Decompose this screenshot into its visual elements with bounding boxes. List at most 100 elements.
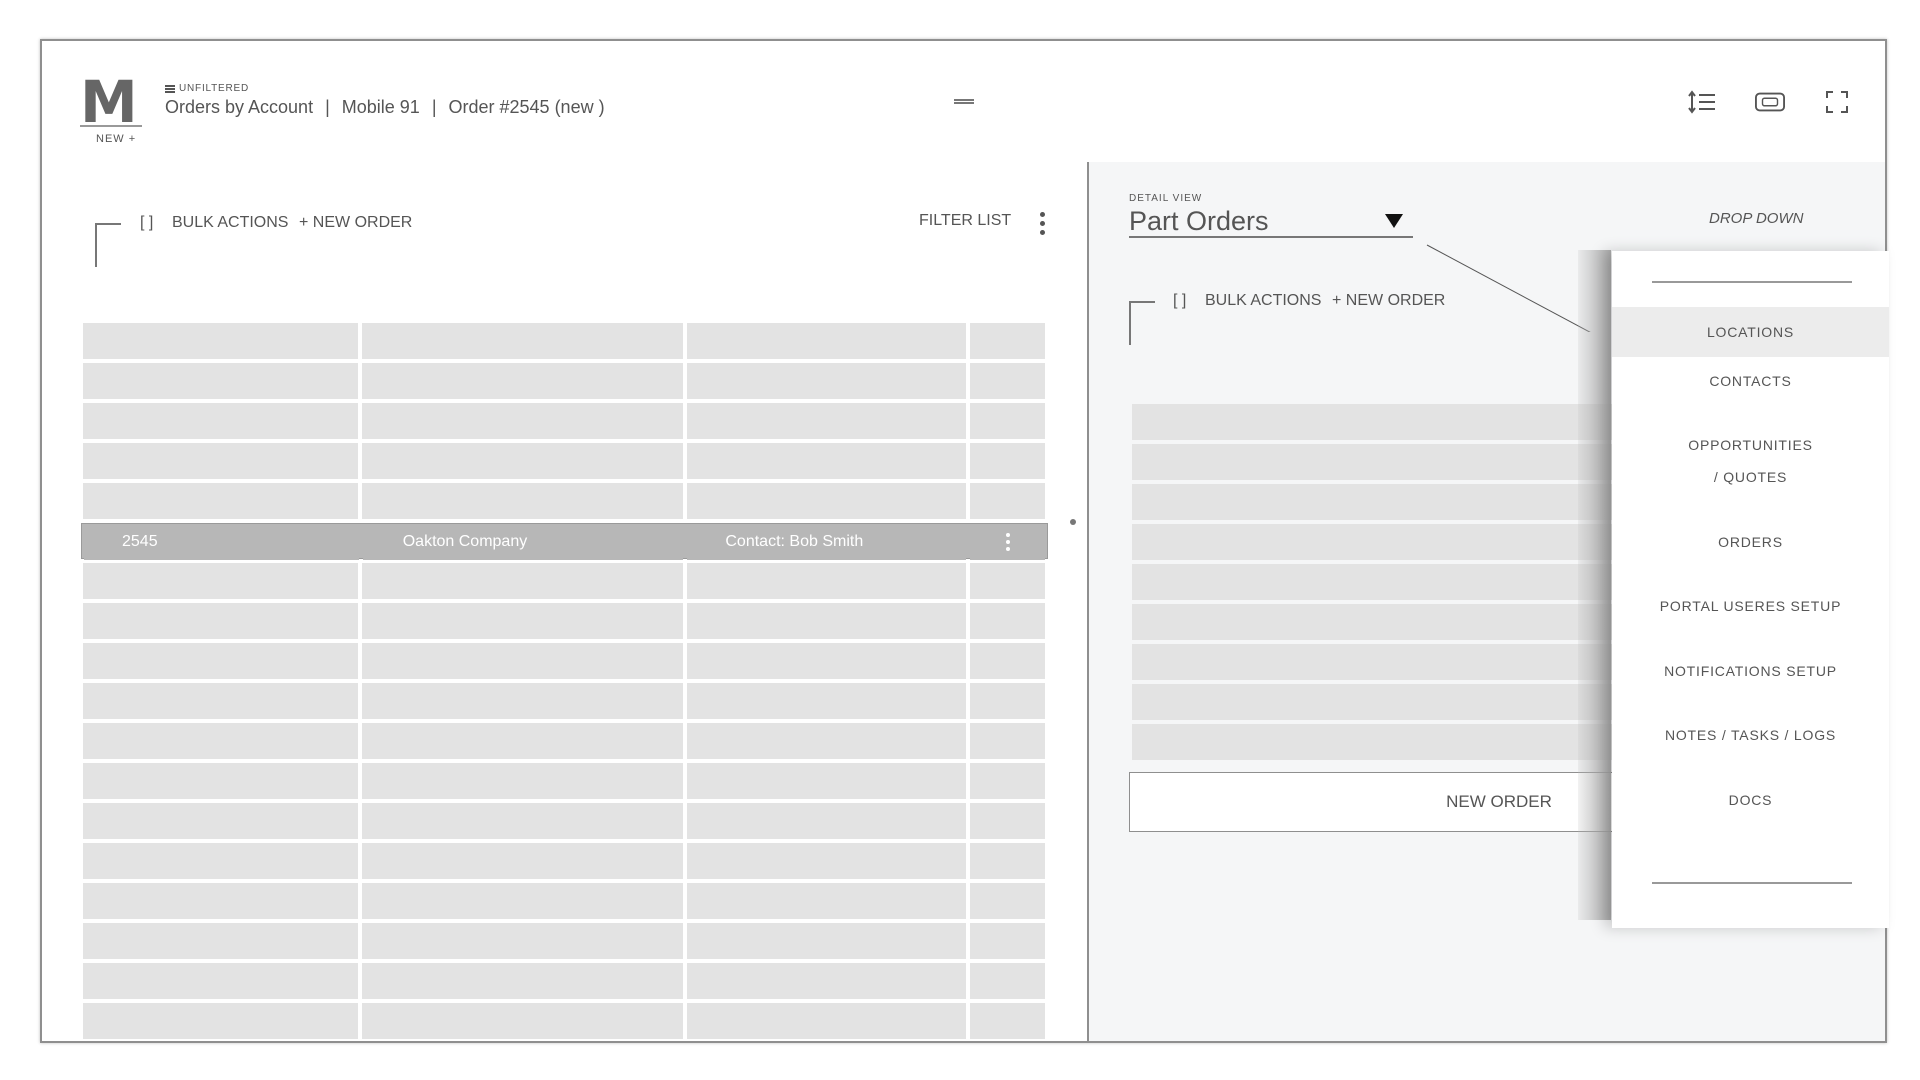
- table-cell: [83, 603, 358, 639]
- table-cell: [1132, 404, 1632, 440]
- menu-item-notes-tasks-logs[interactable]: NOTES / TASKS / LOGS: [1612, 719, 1889, 751]
- table-row[interactable]: [83, 643, 1046, 679]
- table-cell: [970, 883, 1045, 919]
- table-row[interactable]: [1132, 444, 1632, 480]
- table-row[interactable]: [83, 363, 1046, 399]
- table-cell: [970, 1003, 1045, 1039]
- table-row[interactable]: [1132, 604, 1632, 640]
- row-options-icon[interactable]: [1005, 533, 1011, 551]
- table-row[interactable]: [83, 323, 1046, 359]
- table-cell: [970, 683, 1045, 719]
- menu-item-portal-users-setup[interactable]: PORTAL USERES SETUP: [1612, 590, 1889, 622]
- table-cell: [362, 803, 683, 839]
- table-row[interactable]: [83, 843, 1046, 879]
- menu-item-label: OPPORTUNITIES: [1688, 437, 1813, 453]
- table-row[interactable]: [1132, 564, 1632, 600]
- fullscreen-icon[interactable]: [1822, 87, 1852, 117]
- table-cell: [970, 843, 1045, 879]
- table-cell: [362, 843, 683, 879]
- table-cell: [970, 723, 1045, 759]
- table-row[interactable]: [1132, 524, 1632, 560]
- breadcrumb-separator: |: [325, 97, 330, 117]
- list-options-icon[interactable]: [1039, 212, 1045, 235]
- table-cell: [362, 363, 683, 399]
- table-row[interactable]: [83, 483, 1046, 519]
- table-row[interactable]: [83, 803, 1046, 839]
- table-cell: [687, 883, 966, 919]
- table-cell: [362, 643, 683, 679]
- menu-item-label: / QUOTES: [1713, 469, 1788, 485]
- table-row[interactable]: [83, 563, 1046, 599]
- table-row[interactable]: [1132, 404, 1632, 440]
- menu-item-docs[interactable]: DOCS: [1612, 784, 1889, 816]
- menu-item-orders[interactable]: ORDERS: [1612, 526, 1889, 558]
- filter-list-button[interactable]: FILTER LIST: [919, 212, 1011, 230]
- breadcrumb-item[interactable]: Mobile 91: [342, 97, 420, 118]
- table-cell: [687, 963, 966, 999]
- table-cell: [83, 483, 358, 519]
- table-cell: [83, 443, 358, 479]
- table-cell: [83, 883, 358, 919]
- line-spacing-icon[interactable]: [1687, 87, 1717, 117]
- table-cell: [687, 443, 966, 479]
- table-row[interactable]: [83, 603, 1046, 639]
- drag-handle-icon[interactable]: [954, 99, 974, 104]
- menu-item-locations[interactable]: LOCATIONS: [1612, 307, 1889, 357]
- table-row-selected[interactable]: 2545 Oakton Company Contact: Bob Smith: [81, 523, 1048, 560]
- table-row[interactable]: [83, 403, 1046, 439]
- table-row[interactable]: [83, 763, 1046, 799]
- table-cell: [687, 1003, 966, 1039]
- table-cell: [362, 723, 683, 759]
- table-cell: [83, 323, 358, 359]
- table-row[interactable]: [1132, 684, 1632, 720]
- breadcrumb: Orders by Account | Mobile 91 | Order #2…: [165, 97, 605, 118]
- table-row[interactable]: [83, 923, 1046, 959]
- table-row[interactable]: [83, 683, 1046, 719]
- table-row[interactable]: [83, 723, 1046, 759]
- table-cell: [83, 683, 358, 719]
- select-all-bracket: [1129, 301, 1155, 345]
- table-cell: [83, 363, 358, 399]
- card-view-icon[interactable]: [1755, 87, 1785, 117]
- breadcrumb-item[interactable]: Order #2545 (new ): [449, 97, 605, 118]
- table-cell: [687, 683, 966, 719]
- dropdown-annotation: DROP DOWN: [1709, 210, 1804, 227]
- table-row[interactable]: [1132, 484, 1632, 520]
- new-order-link[interactable]: + NEW ORDER: [299, 214, 412, 232]
- table-cell: [687, 563, 966, 599]
- filter-status[interactable]: UNFILTERED: [165, 83, 249, 94]
- table-cell: [970, 923, 1045, 959]
- table-row[interactable]: [1132, 724, 1632, 760]
- breadcrumb-item[interactable]: Orders by Account: [165, 97, 313, 118]
- table-cell: [687, 843, 966, 879]
- select-all-checkbox[interactable]: [ ]: [140, 214, 153, 232]
- app-logo[interactable]: M: [80, 73, 138, 131]
- menu-item-opportunities[interactable]: OPPORTUNITIES / QUOTES: [1612, 429, 1889, 493]
- menu-item-notifications-setup[interactable]: NOTIFICATIONS SETUP: [1612, 655, 1889, 687]
- table-cell: [83, 923, 358, 959]
- table-cell: [687, 923, 966, 959]
- new-menu-button[interactable]: NEW +: [96, 133, 136, 145]
- table-cell: [1132, 644, 1632, 680]
- table-row[interactable]: [83, 1003, 1046, 1039]
- menu-icon: [165, 84, 175, 93]
- table-row[interactable]: [83, 883, 1046, 919]
- table-cell: [83, 803, 358, 839]
- table-row[interactable]: [83, 443, 1046, 479]
- table-cell: [362, 323, 683, 359]
- table-row[interactable]: [83, 963, 1046, 999]
- app-header: M NEW + UNFILTERED Orders by Account | M…: [42, 41, 1885, 164]
- table-cell: [83, 643, 358, 679]
- bulk-actions-button[interactable]: BULK ACTIONS: [172, 214, 288, 232]
- detail-bulk-actions-button[interactable]: BULK ACTIONS: [1205, 292, 1321, 310]
- table-cell: [362, 683, 683, 719]
- table-cell: [362, 883, 683, 919]
- table-cell: [687, 723, 966, 759]
- table-row[interactable]: [1132, 644, 1632, 680]
- detail-new-order-link[interactable]: + NEW ORDER: [1332, 292, 1445, 310]
- menu-item-contacts[interactable]: CONTACTS: [1612, 365, 1889, 397]
- company-cell: Oakton Company: [362, 524, 684, 560]
- breadcrumb-separator: |: [431, 97, 437, 117]
- table-cell: [970, 403, 1045, 439]
- detail-select-all-checkbox[interactable]: [ ]: [1173, 292, 1186, 310]
